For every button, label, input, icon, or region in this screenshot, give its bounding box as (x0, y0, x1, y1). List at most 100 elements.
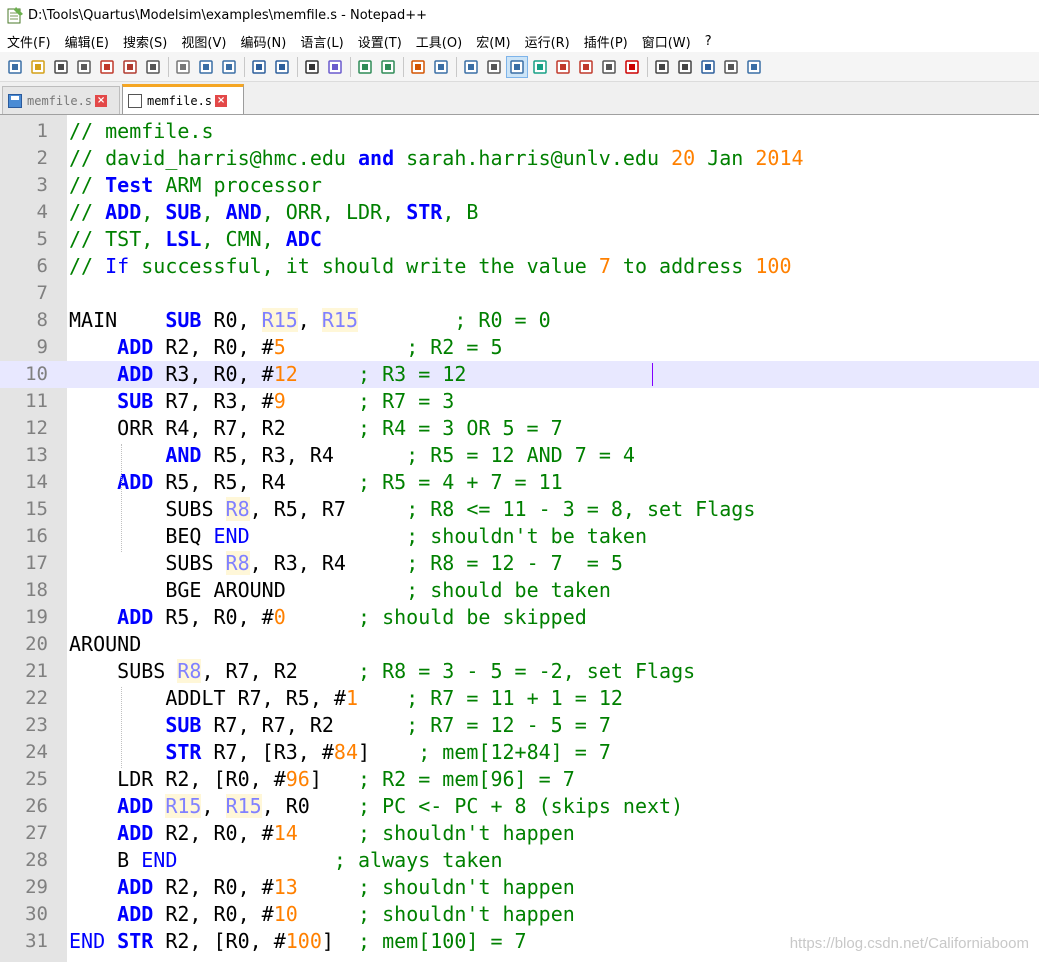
tab-memfile-active[interactable]: memfile.s × (122, 84, 244, 114)
code-line[interactable]: 27 ADD R2, R0, #14 ; shouldn't happen (0, 820, 1039, 847)
menu-item-7[interactable]: 工具(O) (409, 32, 469, 51)
code-line[interactable]: 9 ADD R2, R0, #5 ; R2 = 5 (0, 334, 1039, 361)
tab-label: memfile.s (147, 93, 213, 108)
token-text: , R5, R7 (249, 497, 407, 521)
code-line[interactable]: 10 ADD R3, R0, #12 ; R3 = 12 (0, 361, 1039, 388)
token-cmt: , (201, 200, 226, 224)
code-line[interactable]: 16 BEQ END ; shouldn't be taken (0, 523, 1039, 550)
document-map-icon[interactable] (552, 56, 574, 78)
paste-icon[interactable] (218, 56, 240, 78)
save-all-icon[interactable] (73, 56, 95, 78)
code-line[interactable]: 17 SUBS R8, R3, R4 ; R8 = 12 - 7 = 5 (0, 550, 1039, 577)
code-line[interactable]: 30 ADD R2, R0, #10 ; shouldn't happen (0, 901, 1039, 928)
code-text: LDR R2, [R0, #96] ; R2 = mem[96] = 7 (69, 766, 575, 793)
run-macro-multiple-icon[interactable] (720, 56, 742, 78)
code-line[interactable]: 11 SUB R7, R3, #9 ; R7 = 3 (0, 388, 1039, 415)
close-all-icon[interactable] (119, 56, 141, 78)
stop-record-icon[interactable] (674, 56, 696, 78)
menu-item-9[interactable]: 运行(R) (518, 32, 577, 51)
print-icon[interactable] (142, 56, 164, 78)
folder-workspace-icon[interactable] (598, 56, 620, 78)
code-line[interactable]: 18 BGE AROUND ; should be taken (0, 577, 1039, 604)
menu-item-12[interactable]: ? (698, 34, 719, 49)
code-line[interactable]: 14 ADD R5, R5, R4 ; R5 = 4 + 7 = 11 (0, 469, 1039, 496)
token-cmt-kw: ADC (285, 227, 322, 251)
code-line[interactable]: 15 SUBS R8, R5, R7 ; R8 <= 11 - 3 = 8, s… (0, 496, 1039, 523)
code-line[interactable]: 21 SUBS R8, R7, R2 ; R8 = 3 - 5 = -2, se… (0, 658, 1039, 685)
token-cmt: ; always taken (333, 848, 503, 872)
code-line[interactable]: 3 // Test ARM processor (0, 172, 1039, 199)
undo-icon[interactable] (248, 56, 270, 78)
monitoring-icon[interactable] (621, 56, 643, 78)
code-line[interactable]: 4 // ADD, SUB, AND, ORR, LDR, STR, B (0, 199, 1039, 226)
tab-memfile-inactive[interactable]: memfile.s × (2, 86, 120, 114)
indent-guide-icon[interactable] (506, 55, 528, 78)
code-line[interactable]: 24 STR R7, [R3, #84] ; mem[12+84] = 7 (0, 739, 1039, 766)
code-line[interactable]: 2 // david_harris@hmc.edu and sarah.harri… (0, 145, 1039, 172)
menu-item-8[interactable]: 宏(M) (469, 32, 517, 51)
cut-icon[interactable] (172, 56, 194, 78)
code-line[interactable]: 29 ADD R2, R0, #13 ; shouldn't happen (0, 874, 1039, 901)
tab-close-icon[interactable]: × (215, 94, 228, 107)
token-label: If (105, 254, 130, 278)
code-line[interactable]: 20 AROUND (0, 631, 1039, 658)
close-icon[interactable] (96, 56, 118, 78)
code-line[interactable]: 19 ADD R5, R0, #0 ; should be skipped (0, 604, 1039, 631)
play-macro-icon[interactable] (697, 56, 719, 78)
save-icon[interactable] (50, 56, 72, 78)
replace-icon[interactable] (324, 56, 346, 78)
code-line[interactable]: 7 (0, 280, 1039, 307)
line-number: 15 (25, 498, 48, 520)
token-cmt: ; mem[100] = 7 (358, 929, 527, 953)
editor-area[interactable]: 1 // memfile.s 2 // david_harris@hmc.edu an… (0, 114, 1039, 962)
menu-item-0[interactable]: 文件(F) (0, 32, 58, 51)
token-cmt: ; R7 = 11 + 1 = 12 (406, 686, 623, 710)
sync-vertical-icon[interactable] (407, 56, 429, 78)
code-line[interactable]: 22 ADDLT R7, R5, #1 ; R7 = 11 + 1 = 12 (0, 685, 1039, 712)
token-cmt: , (141, 200, 166, 224)
zoom-out-icon[interactable] (377, 56, 399, 78)
record-macro-icon[interactable] (651, 56, 673, 78)
sync-horizontal-icon[interactable] (430, 56, 452, 78)
code-line[interactable]: 6 // If successful, it should write the v… (0, 253, 1039, 280)
new-file-icon[interactable] (4, 56, 26, 78)
find-icon[interactable] (301, 56, 323, 78)
user-language-icon[interactable] (529, 56, 551, 78)
menu-item-6[interactable]: 设置(T) (351, 32, 409, 51)
show-all-chars-icon[interactable] (483, 56, 505, 78)
function-list-icon[interactable] (575, 56, 597, 78)
code-text: ADD R2, R0, #14 ; shouldn't happen (69, 820, 575, 847)
code-line[interactable]: 23 SUB R7, R7, R2 ; R7 = 12 - 5 = 7 (0, 712, 1039, 739)
code-line[interactable]: 8 MAIN SUB R0, R15, R15 ; R0 = 0 (0, 307, 1039, 334)
menu-item-11[interactable]: 窗口(W) (635, 32, 698, 51)
code-text: // If successful, it should write the va… (69, 253, 792, 280)
menu-item-3[interactable]: 视图(V) (174, 32, 233, 51)
tab-close-icon[interactable]: × (95, 94, 108, 107)
line-number: 13 (25, 444, 48, 466)
code-text: SUBS R8, R5, R7 ; R8 <= 11 - 3 = 8, set … (69, 496, 755, 523)
code-line[interactable]: 1 // memfile.s (0, 118, 1039, 145)
save-macro-icon[interactable] (743, 56, 765, 78)
token-cmt: ; R2 = mem[96] = 7 (358, 767, 575, 791)
code-line[interactable]: 13 AND R5, R3, R4 ; R5 = 12 AND 7 = 4 (0, 442, 1039, 469)
code-line[interactable]: 28 B END ; always taken (0, 847, 1039, 874)
menu-item-1[interactable]: 编辑(E) (58, 32, 116, 51)
zoom-in-icon[interactable] (354, 56, 376, 78)
word-wrap-icon[interactable] (460, 56, 482, 78)
redo-icon[interactable] (271, 56, 293, 78)
code-text: SUB R7, R3, #9 ; R7 = 3 (69, 388, 454, 415)
code-line[interactable]: 26 ADD R15, R15, R0 ; PC <- PC + 8 (skip… (0, 793, 1039, 820)
code-line[interactable]: 12 ORR R4, R7, R2 ; R4 = 3 OR 5 = 7 (0, 415, 1039, 442)
code-line[interactable]: 25 LDR R2, [R0, #96] ; R2 = mem[96] = 7 (0, 766, 1039, 793)
code-text: END STR R2, [R0, #100] ; mem[100] = 7 (69, 928, 527, 955)
copy-icon[interactable] (195, 56, 217, 78)
menu-item-4[interactable]: 编码(N) (233, 32, 293, 51)
menu-item-10[interactable]: 插件(P) (577, 32, 635, 51)
open-file-icon[interactable] (27, 56, 49, 78)
token-kw: ADD (117, 902, 154, 926)
menu-item-2[interactable]: 搜索(S) (116, 32, 174, 51)
menu-item-5[interactable]: 语言(L) (293, 32, 350, 51)
token-text: ORR R4, R7, R2 (69, 416, 358, 440)
code-line[interactable]: 5 // TST, LSL, CMN, ADC (0, 226, 1039, 253)
